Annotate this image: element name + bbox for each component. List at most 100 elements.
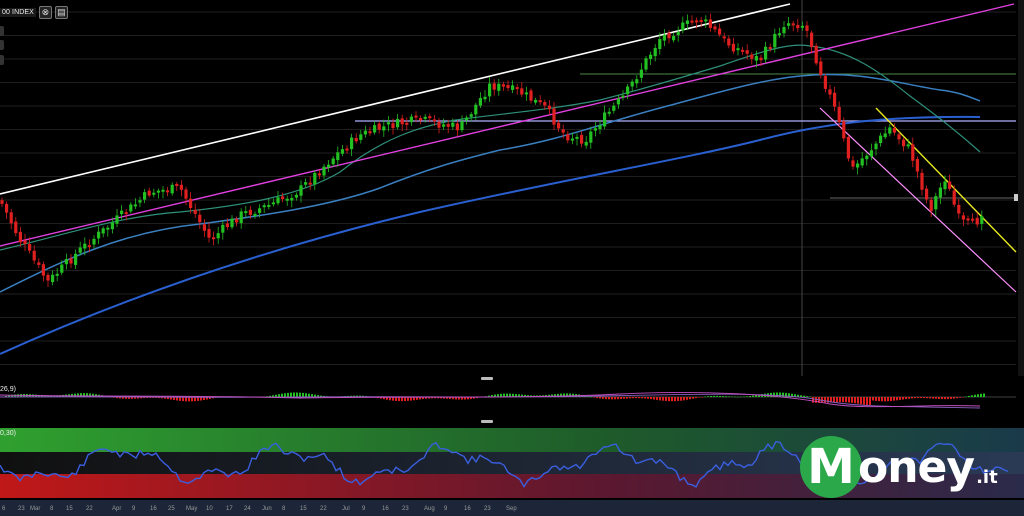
- candle-body: [966, 218, 970, 221]
- macd-bar: [644, 397, 646, 399]
- candle-body: [170, 184, 174, 194]
- candle-body: [754, 55, 758, 61]
- candle-body: [699, 20, 703, 23]
- candle-body: [980, 216, 984, 224]
- date-tick-label: May: [186, 506, 198, 512]
- candle-body: [152, 192, 156, 195]
- macd-bar: [707, 396, 709, 397]
- study-toggle-2[interactable]: [0, 40, 4, 50]
- candle-body: [515, 87, 519, 90]
- macd-bar: [638, 397, 640, 399]
- candle-body: [943, 181, 947, 190]
- candle-body: [690, 20, 694, 23]
- candle-body: [115, 215, 119, 224]
- candle-body: [676, 31, 680, 36]
- candle-body: [851, 160, 855, 167]
- macd-bar: [947, 397, 949, 400]
- date-tick-label: 9: [132, 506, 136, 512]
- date-tick-label: Apr: [112, 506, 122, 512]
- macd-bar: [980, 393, 982, 397]
- macd-bar: [635, 397, 637, 399]
- pane-divider-handle[interactable]: [481, 377, 493, 380]
- candle-body: [736, 48, 740, 51]
- macd-bar: [881, 397, 883, 402]
- candle-body: [271, 202, 275, 205]
- candle-body: [267, 204, 271, 207]
- macd-bar: [854, 397, 856, 404]
- candle-body: [106, 227, 110, 230]
- candle-body: [202, 224, 206, 231]
- candle-body: [612, 105, 616, 111]
- macd-bar: [701, 397, 703, 398]
- study-toggle-3[interactable]: [0, 55, 4, 65]
- macd-bar: [740, 396, 742, 398]
- candle-body: [428, 116, 432, 119]
- date-tick-label: 16: [382, 506, 389, 512]
- macd-bar: [938, 397, 940, 399]
- candle-body: [469, 114, 473, 117]
- pane-divider-handle-2[interactable]: [481, 420, 493, 423]
- macd-bar: [188, 397, 190, 402]
- candle-body: [892, 128, 896, 133]
- chart-settings-icon[interactable]: ▤: [54, 6, 68, 19]
- macd-bar: [737, 396, 739, 398]
- macd-bar: [620, 397, 622, 399]
- candle-body: [474, 104, 478, 115]
- candle-body: [423, 116, 427, 119]
- candle-body: [340, 149, 344, 154]
- macd-bar: [929, 397, 931, 399]
- candle-body: [874, 143, 878, 150]
- macd-bar: [905, 397, 907, 400]
- candle-body: [78, 247, 82, 253]
- candle-body: [46, 274, 50, 281]
- candle-body: [630, 81, 634, 87]
- candle-body: [377, 123, 381, 130]
- candle-body: [915, 159, 919, 172]
- candle-body: [575, 136, 579, 139]
- candle-body: [810, 32, 814, 48]
- candle-body: [442, 124, 446, 127]
- money-it-logo: M oney .it: [800, 432, 1010, 502]
- candle-body: [501, 84, 505, 87]
- chart-gridlines: [0, 11, 1016, 365]
- macd-bar: [686, 397, 688, 400]
- macd-bar: [599, 397, 601, 399]
- price-chart[interactable]: [0, 0, 1024, 376]
- macd-bar: [896, 397, 898, 401]
- trendline-white: [0, 3, 791, 195]
- macd-pane[interactable]: [0, 382, 1024, 420]
- price-axis-strip[interactable]: [1018, 0, 1024, 376]
- macd-bar: [749, 396, 751, 397]
- macd-bar: [626, 397, 628, 399]
- candle-body: [846, 136, 850, 159]
- candle-body: [396, 118, 400, 128]
- macd-bar: [302, 392, 304, 397]
- macd-bar: [962, 397, 964, 398]
- macd-bar: [629, 397, 631, 399]
- date-tick-label: 16: [464, 506, 471, 512]
- date-tick-label: 15: [300, 506, 307, 512]
- macd-bar: [725, 396, 727, 397]
- macd-bar: [746, 396, 748, 397]
- candle-body: [290, 197, 294, 201]
- candle-body: [9, 212, 13, 224]
- candle-body: [961, 215, 965, 220]
- candle-body: [129, 204, 133, 212]
- date-tick-label: 23: [402, 506, 409, 512]
- macd-bar: [890, 397, 892, 402]
- candle-body: [957, 204, 961, 214]
- candle-body: [322, 166, 326, 176]
- candle-body: [920, 172, 924, 190]
- candle-body: [363, 130, 367, 135]
- macd-bar: [665, 397, 667, 401]
- macd-bar: [809, 396, 811, 398]
- close-chart-icon[interactable]: ⊗: [38, 6, 52, 19]
- candle-body: [833, 92, 837, 107]
- macd-bar: [959, 397, 961, 398]
- logo-tld: .it: [976, 467, 998, 488]
- study-toggle-1[interactable]: [0, 26, 4, 36]
- candle-body: [28, 244, 32, 251]
- chart-toolbar: 00 INDEX ⊗ ▤: [0, 6, 68, 19]
- candle-body: [276, 197, 280, 204]
- candle-body: [888, 127, 892, 134]
